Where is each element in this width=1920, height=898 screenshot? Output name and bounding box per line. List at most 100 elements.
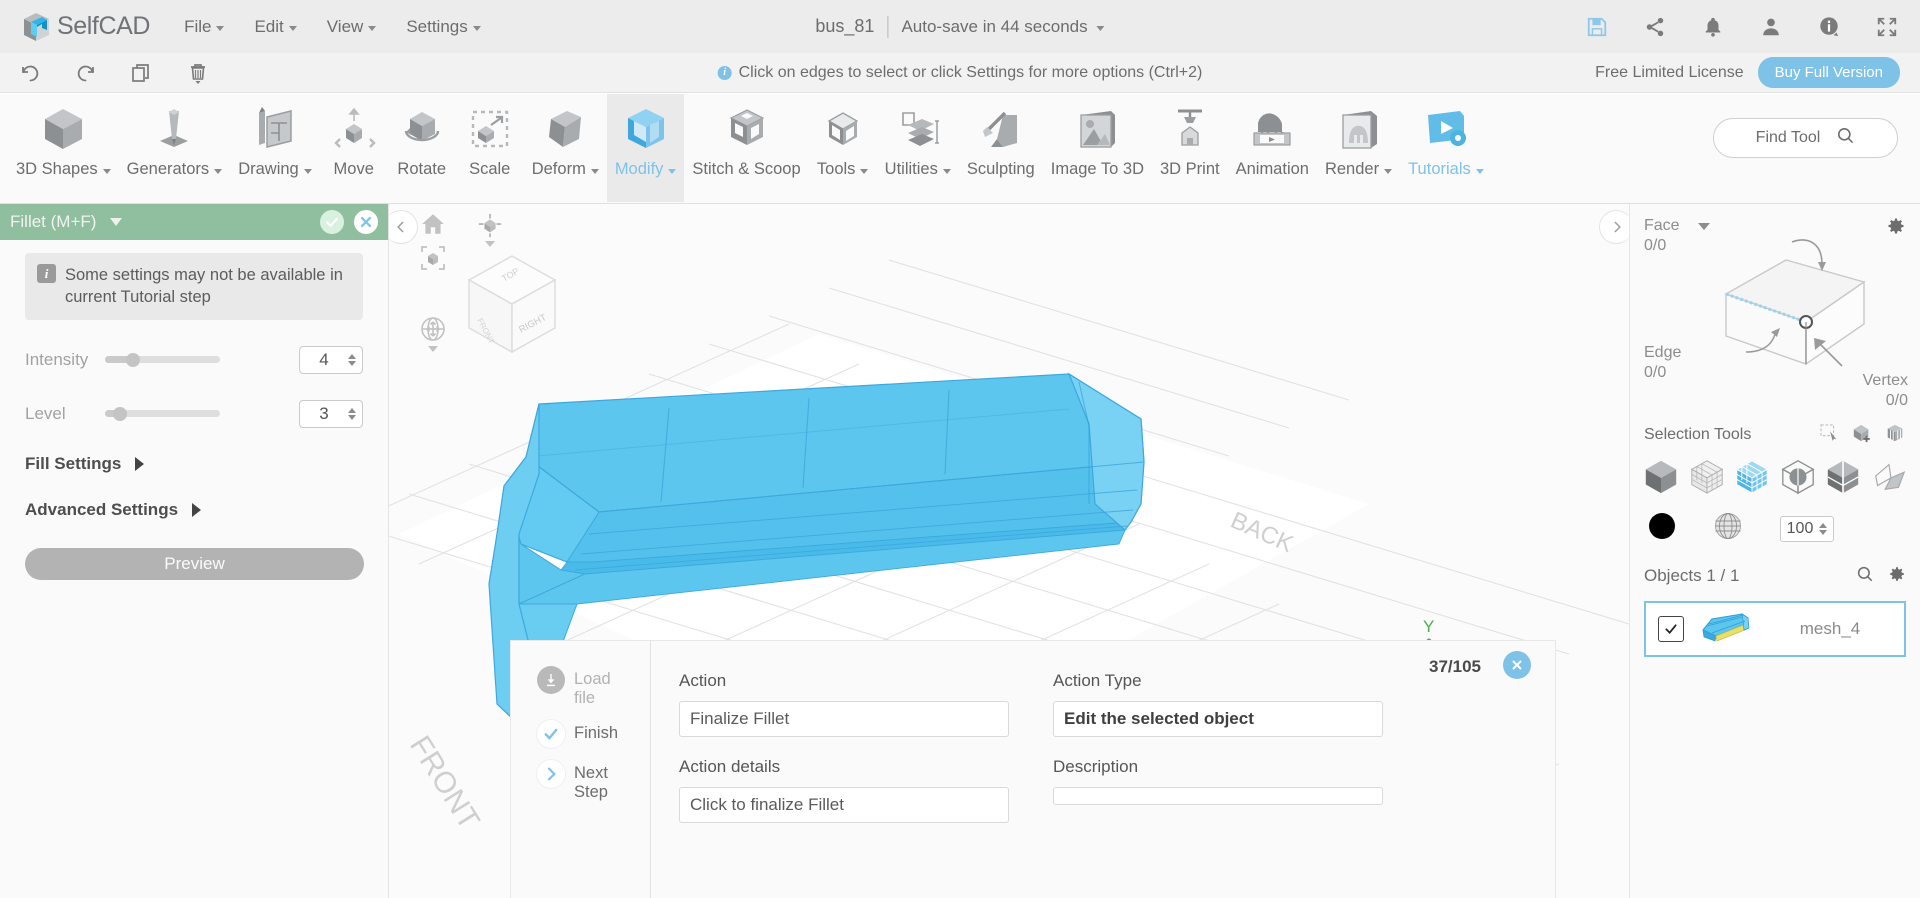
- home-view-button[interactable]: [419, 211, 447, 237]
- brand-logo[interactable]: SelfCAD: [22, 11, 150, 43]
- menu-settings[interactable]: Settings: [406, 17, 481, 37]
- rect-select-icon[interactable]: [1820, 423, 1840, 447]
- tool-stitch-scoop[interactable]: Stitch & Scoop: [684, 94, 808, 202]
- brush-texture-icon[interactable]: [1714, 512, 1742, 545]
- tool-move[interactable]: Move: [320, 94, 388, 202]
- level-slider[interactable]: [105, 406, 220, 421]
- undo-icon[interactable]: [18, 61, 42, 85]
- selection-mode-widget: Face 0/0 Edge 0/0 Vertex 0/0: [1630, 204, 1920, 419]
- level-stepper[interactable]: 3: [299, 399, 363, 428]
- chevron-down-icon[interactable]: [428, 346, 438, 352]
- menu-edit[interactable]: Edit: [254, 17, 297, 37]
- advanced-settings-section[interactable]: Advanced Settings: [25, 500, 363, 520]
- project-title-area: bus_81 Auto-save in 44 seconds: [815, 15, 1105, 38]
- brush-color-swatch[interactable]: [1648, 512, 1676, 545]
- add-select-icon[interactable]: [1851, 423, 1873, 448]
- object-list-item-mesh-4[interactable]: mesh_4: [1644, 601, 1906, 657]
- chevron-down-icon[interactable]: [1096, 26, 1105, 31]
- tool-label: 3D Shapes: [16, 160, 98, 178]
- action-type-field[interactable]: Edit the selected object: [1053, 701, 1383, 737]
- description-field[interactable]: [1053, 787, 1383, 805]
- cancel-button[interactable]: [354, 210, 378, 234]
- brush-size-value: 100: [1786, 519, 1814, 537]
- save-icon[interactable]: [1586, 16, 1608, 38]
- tutorial-left-column: Action Finalize Fillet Action details Cl…: [679, 671, 1009, 898]
- copy-icon[interactable]: [130, 61, 154, 85]
- menu-file[interactable]: File: [184, 16, 225, 37]
- orbit-button[interactable]: [419, 315, 447, 352]
- half-cube-icon[interactable]: [1824, 457, 1862, 500]
- fit-to-view-button[interactable]: [419, 245, 447, 271]
- chevron-down-icon[interactable]: [110, 218, 123, 226]
- stepper-down-icon[interactable]: [348, 414, 356, 420]
- tool-3d-shapes[interactable]: 3D Shapes: [8, 94, 119, 202]
- buy-full-version-button[interactable]: Buy Full Version: [1757, 57, 1900, 88]
- preview-button[interactable]: Preview: [25, 547, 364, 580]
- fullscreen-icon[interactable]: [1876, 16, 1898, 38]
- search-icon[interactable]: [1836, 126, 1855, 150]
- tool-rotate[interactable]: Rotate: [388, 94, 456, 202]
- gear-icon[interactable]: [1888, 565, 1906, 588]
- stepper-arrows[interactable]: [1819, 522, 1827, 535]
- object-visibility-checkbox[interactable]: [1658, 616, 1684, 642]
- tool-drawing[interactable]: Drawing: [230, 94, 320, 202]
- tool-label: Image To 3D: [1050, 160, 1144, 178]
- sphere-in-cube-icon[interactable]: [1779, 457, 1817, 500]
- stepper-down-icon[interactable]: [348, 360, 356, 366]
- flat-plane-icon[interactable]: [1870, 457, 1908, 500]
- top-right-icons: [1586, 16, 1898, 38]
- tool-modify[interactable]: Modify: [606, 94, 685, 202]
- tool-sculpting[interactable]: Sculpting: [959, 94, 1043, 202]
- action-details-field[interactable]: Click to finalize Fillet: [679, 787, 1009, 823]
- bell-icon[interactable]: [1702, 16, 1724, 38]
- account-icon[interactable]: [1760, 16, 1782, 38]
- slider-knob[interactable]: [126, 352, 141, 367]
- action-field[interactable]: Finalize Fillet: [679, 701, 1009, 737]
- collapse-right-panel-button[interactable]: [1599, 210, 1629, 244]
- face-selector[interactable]: Face 0/0: [1644, 217, 1680, 255]
- through-select-icon[interactable]: [1884, 423, 1906, 448]
- tool-render[interactable]: Render: [1317, 94, 1400, 202]
- stepper-up-icon[interactable]: [1819, 522, 1827, 528]
- stepper-up-icon[interactable]: [348, 353, 356, 359]
- tutorial-step-finish[interactable]: Finish: [511, 719, 650, 748]
- chevron-down-icon: [216, 26, 225, 31]
- tool-tutorials[interactable]: Tutorials: [1400, 94, 1492, 202]
- view-cube[interactable]: TOP FRONT RIGHT: [447, 238, 577, 368]
- search-icon[interactable]: [1856, 565, 1874, 588]
- stepper-up-icon[interactable]: [348, 407, 356, 413]
- chevron-down-icon[interactable]: [1698, 223, 1710, 230]
- redo-icon[interactable]: [74, 61, 98, 85]
- stepper-down-icon[interactable]: [1819, 529, 1827, 535]
- delete-icon[interactable]: [186, 61, 210, 85]
- wireframe-cube-icon[interactable]: [1688, 457, 1726, 500]
- info-icon[interactable]: [1818, 16, 1840, 38]
- tool-animation[interactable]: Animation: [1228, 94, 1317, 202]
- stepper-arrows[interactable]: [348, 407, 356, 420]
- apply-button[interactable]: [320, 210, 344, 234]
- intensity-stepper[interactable]: 4: [299, 345, 363, 374]
- tool-image-to-3d[interactable]: Image To 3D: [1043, 94, 1152, 202]
- brush-size-stepper[interactable]: 100: [1780, 515, 1834, 542]
- stepper-arrows[interactable]: [348, 353, 356, 366]
- tool-utilities[interactable]: Utilities: [877, 94, 959, 202]
- grid-cube-icon[interactable]: [1733, 457, 1771, 500]
- menu-view[interactable]: View: [327, 17, 377, 37]
- slider-knob[interactable]: [112, 406, 127, 421]
- edge-selector[interactable]: Edge 0/0: [1644, 344, 1681, 382]
- find-tool-search[interactable]: Find Tool: [1713, 118, 1898, 158]
- tutorial-step-next[interactable]: Next Step: [511, 759, 650, 802]
- menu-file-label: File: [184, 16, 212, 36]
- tool-tools[interactable]: Tools: [809, 94, 877, 202]
- fill-settings-section[interactable]: Fill Settings: [25, 454, 363, 474]
- share-icon[interactable]: [1644, 16, 1666, 38]
- tool-3d-print[interactable]: 3D Print: [1152, 94, 1228, 202]
- tool-generators[interactable]: Generators: [119, 94, 231, 202]
- solid-cube-icon[interactable]: [1642, 457, 1680, 500]
- autosave-status: Auto-save in 44 seconds: [901, 16, 1088, 36]
- tool-scale[interactable]: Scale: [456, 94, 524, 202]
- tutorial-step-load-file[interactable]: Load file: [511, 666, 650, 708]
- info-badge-icon: i: [717, 65, 732, 80]
- tool-deform[interactable]: Deform: [524, 94, 607, 202]
- intensity-slider[interactable]: [105, 352, 220, 367]
